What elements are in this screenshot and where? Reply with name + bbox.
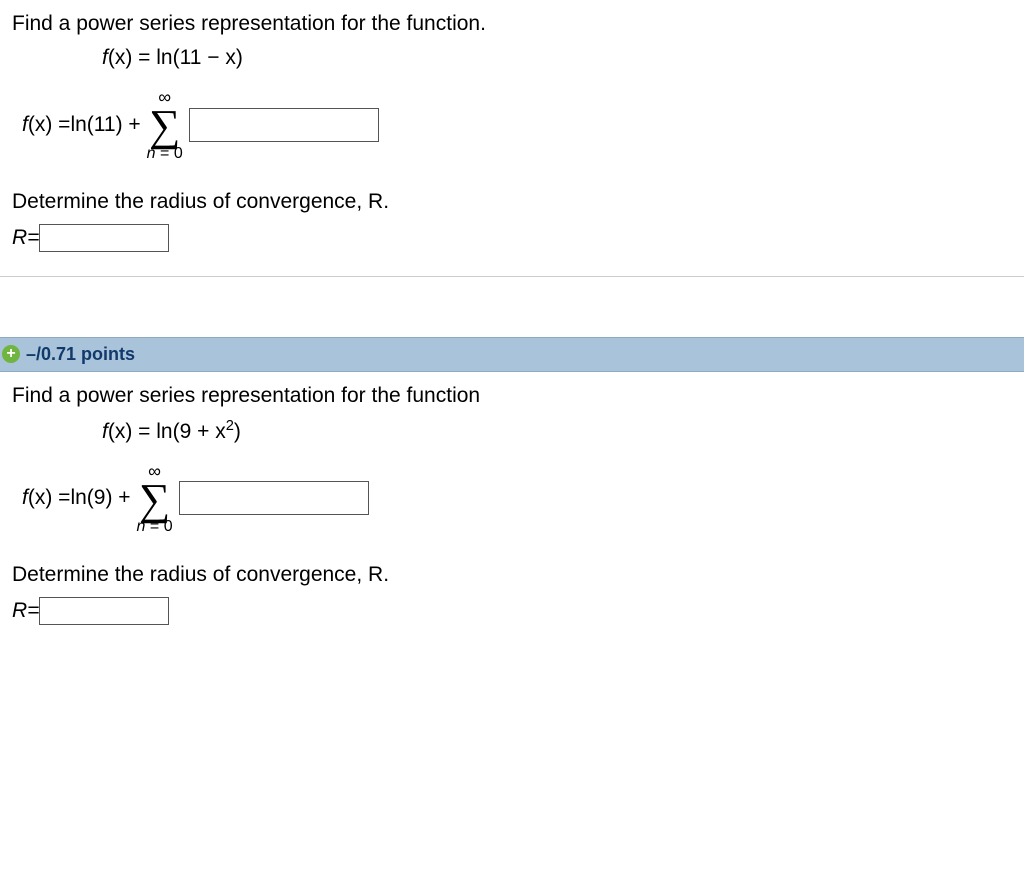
fn-body: ln(9 + x2)	[156, 420, 241, 443]
ans-fn-arg: (x) =	[28, 486, 71, 510]
points-bar: + –/0.71 points	[0, 337, 1024, 372]
question-1: Find a power series representation for t…	[0, 0, 1024, 276]
q2-answer-line: f(x) = ln(9) + ∞ ∑ n = 0	[22, 462, 1012, 536]
sum-lower: n = 0	[137, 519, 173, 535]
q1-function: f(x) = ln(11 − x)	[102, 46, 1012, 70]
q2-r-line: R =	[12, 597, 1012, 625]
q1-prompt: Find a power series representation for t…	[12, 12, 1012, 36]
fn-body: ln(11 − x)	[156, 46, 243, 69]
q2-prompt: Find a power series representation for t…	[12, 384, 1012, 408]
points-text: –/0.71 points	[26, 344, 135, 365]
q2-radius-input[interactable]	[39, 597, 169, 625]
q1-r-line: R =	[12, 224, 1012, 252]
question-2: Find a power series representation for t…	[0, 372, 1024, 650]
expand-button[interactable]: +	[2, 345, 20, 363]
q1-series-input[interactable]	[189, 108, 379, 142]
summation-symbol: ∞ ∑ n = 0	[137, 462, 173, 536]
q2-radius-prompt: Determine the radius of convergence, R.	[12, 563, 1012, 587]
q1-radius-input[interactable]	[39, 224, 169, 252]
fn-arg: (x) =	[108, 420, 156, 443]
q2-series-input[interactable]	[179, 481, 369, 515]
r-eq: =	[27, 226, 39, 250]
q1-answer-line: f(x) = ln(11) + ∞ ∑ n = 0	[22, 88, 1012, 162]
divider	[0, 276, 1024, 277]
ans-fn-arg: (x) =	[28, 113, 71, 137]
ans-fn-body: ln(9) +	[70, 486, 130, 510]
sigma-icon: ∑	[149, 106, 180, 146]
q1-radius-prompt: Determine the radius of convergence, R.	[12, 190, 1012, 214]
r-label: R	[12, 226, 27, 250]
r-label: R	[12, 599, 27, 623]
sum-lower: n = 0	[147, 146, 183, 162]
sigma-icon: ∑	[139, 480, 170, 520]
fn-arg: (x) =	[108, 46, 156, 69]
summation-symbol: ∞ ∑ n = 0	[147, 88, 183, 162]
q2-function: f(x) = ln(9 + x2)	[102, 418, 1012, 444]
ans-fn-body: ln(11) +	[70, 113, 140, 137]
r-eq: =	[27, 599, 39, 623]
